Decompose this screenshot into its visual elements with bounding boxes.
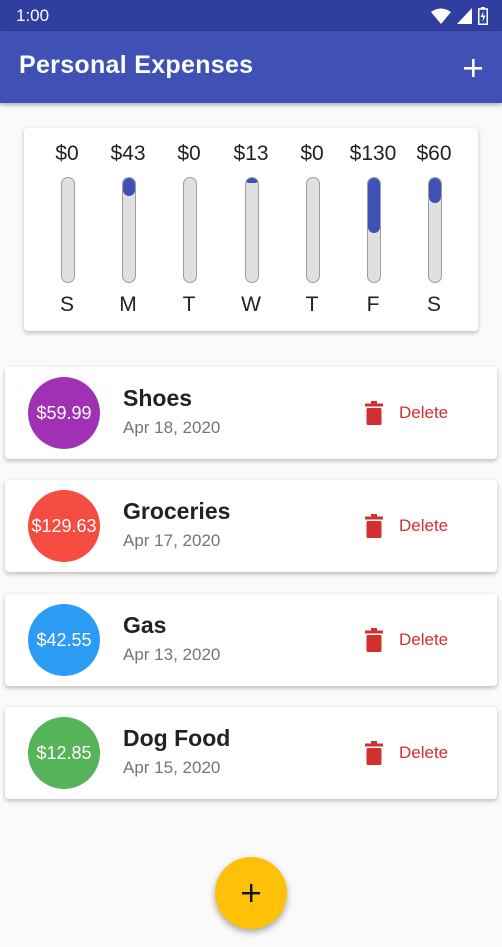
chart-bar-fill xyxy=(123,178,135,197)
delete-label: Delete xyxy=(399,516,449,535)
delete-label: Delete xyxy=(399,630,449,649)
transaction-date: Apr 15, 2020 xyxy=(123,758,221,777)
status-icons xyxy=(431,6,488,26)
status-time: 1:00 xyxy=(16,6,50,25)
chart-bar-6: $60 S xyxy=(404,128,464,331)
chart-day-label: S xyxy=(426,293,441,316)
transaction-date: Apr 17, 2020 xyxy=(123,531,221,550)
chart-day-label: T xyxy=(305,293,319,316)
chart-bar-1: $43 M xyxy=(98,128,158,331)
delete-button[interactable]: Delete xyxy=(365,740,448,766)
transaction-item: $12.85 Dog Food Apr 15, 2020 Delete xyxy=(5,707,497,799)
transaction-item: $59.99 Shoes Apr 18, 2020 Delete xyxy=(5,367,497,459)
delete-button[interactable]: Delete xyxy=(365,627,448,653)
plus-icon xyxy=(464,59,482,77)
transaction-title: Groceries xyxy=(123,498,231,524)
chart-bar-track xyxy=(183,177,197,283)
transaction-title: Gas xyxy=(123,612,167,638)
chart-day-label: S xyxy=(59,293,74,316)
transaction-date: Apr 18, 2020 xyxy=(123,418,221,437)
chart-bar-4: $0 T xyxy=(282,128,342,331)
plus-icon xyxy=(242,884,260,902)
add-transaction-button[interactable] xyxy=(458,53,488,83)
transaction-amount-avatar: $59.99 xyxy=(28,377,100,449)
trash-icon xyxy=(365,741,383,765)
transaction-date: Apr 13, 2020 xyxy=(123,645,221,664)
delete-button[interactable]: Delete xyxy=(365,513,448,539)
chart-amount-label: $13 xyxy=(233,142,269,165)
weekly-chart: $0 S $43 M $0 T $13 W $0 T $130 F $60 S xyxy=(24,128,478,331)
chart-bar-fill xyxy=(368,178,380,233)
transaction-title: Dog Food xyxy=(123,725,231,751)
chart-bar-track xyxy=(428,177,442,283)
chart-day-label: T xyxy=(182,293,196,316)
transaction-amount-avatar: $129.63 xyxy=(28,490,100,562)
signal-icon xyxy=(457,8,472,24)
delete-label: Delete xyxy=(399,743,449,762)
wifi-icon xyxy=(431,8,451,24)
chart-bar-track xyxy=(367,177,381,283)
chart-amount-label: $0 xyxy=(300,142,324,165)
transaction-amount-avatar: $12.85 xyxy=(28,717,100,789)
chart-bar-track xyxy=(122,177,136,283)
delete-label: Delete xyxy=(399,403,449,422)
app-title: Personal Expenses xyxy=(19,51,254,79)
battery-icon xyxy=(478,7,488,25)
chart-bar-fill xyxy=(429,178,441,204)
chart-bar-track xyxy=(245,177,259,283)
chart-bar-track xyxy=(61,177,75,283)
trash-icon xyxy=(365,628,383,652)
chart-amount-label: $0 xyxy=(177,142,201,165)
chart-amount-label: $130 xyxy=(349,142,397,165)
transaction-title: Shoes xyxy=(123,385,193,411)
chart-amount-label: $43 xyxy=(110,142,146,165)
delete-button[interactable]: Delete xyxy=(365,400,448,426)
chart-day-label: M xyxy=(119,293,137,316)
trash-icon xyxy=(365,514,383,538)
chart-amount-label: $60 xyxy=(416,142,452,165)
chart-bar-track xyxy=(306,177,320,283)
chart-bar-fill xyxy=(246,178,258,184)
status-bar: 1:00 xyxy=(0,0,502,31)
transaction-item: $42.55 Gas Apr 13, 2020 Delete xyxy=(5,594,497,686)
transaction-item: $129.63 Groceries Apr 17, 2020 Delete xyxy=(5,480,497,572)
app-bar: Personal Expenses xyxy=(0,31,502,103)
chart-bar-5: $130 F xyxy=(343,128,403,331)
chart-bar-3: $13 W xyxy=(221,128,281,331)
trash-icon xyxy=(365,401,383,425)
chart-amount-label: $0 xyxy=(55,142,79,165)
chart-bar-0: $0 S xyxy=(37,128,97,331)
add-transaction-fab[interactable] xyxy=(215,857,287,929)
chart-bar-2: $0 T xyxy=(159,128,219,331)
chart-day-label: F xyxy=(366,293,380,316)
chart-day-label: W xyxy=(241,293,261,316)
transaction-amount-avatar: $42.55 xyxy=(28,604,100,676)
